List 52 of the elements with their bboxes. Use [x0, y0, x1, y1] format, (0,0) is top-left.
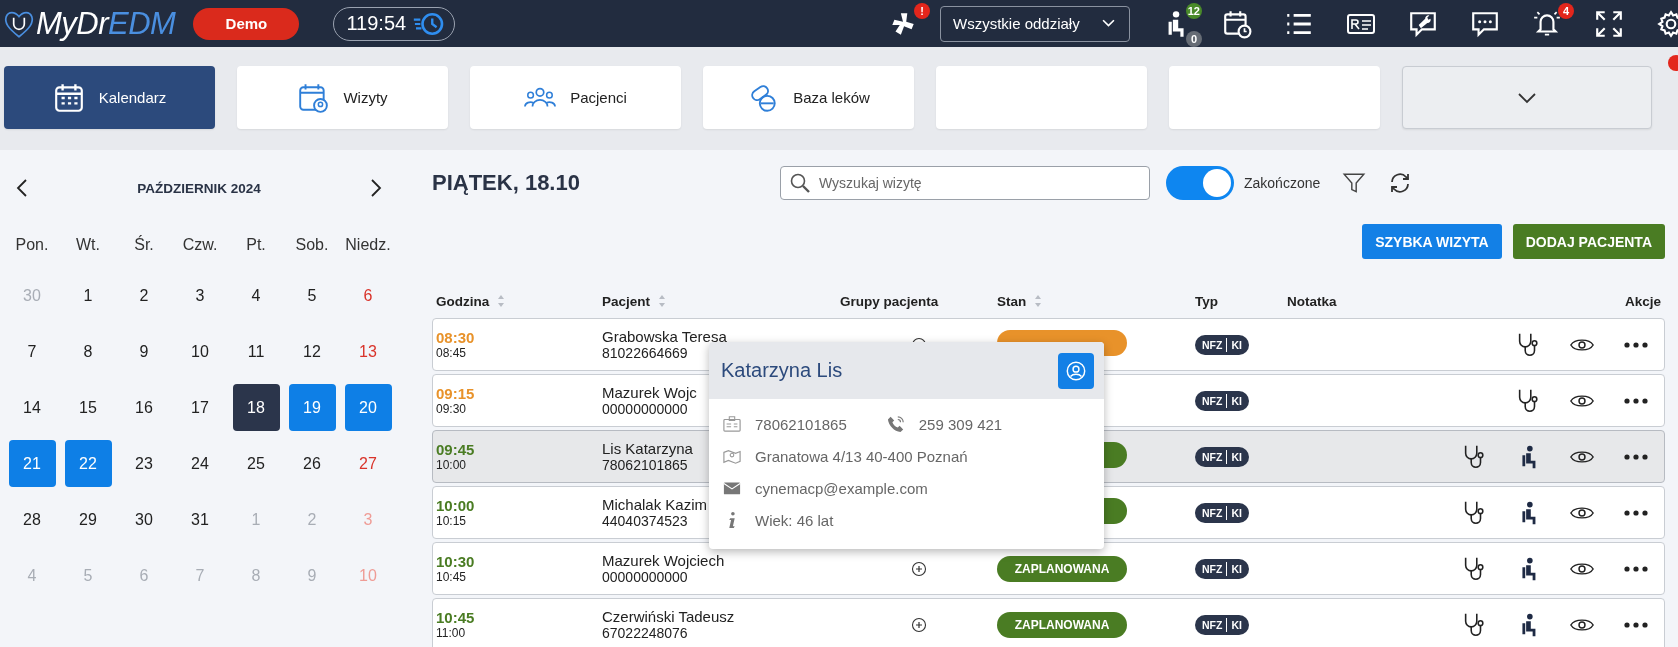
end-time: 10:00 [436, 458, 467, 472]
start-time: 09:15 [436, 385, 475, 402]
column-header: Grupy pacjenta [840, 293, 939, 309]
weekday-label: Śr. [133, 236, 155, 254]
toggle-label: Zakończone [1244, 175, 1321, 191]
weekday-label: Wt. [75, 236, 101, 254]
end-time: 10:15 [436, 514, 467, 528]
patient-id: 81022664669 [602, 345, 688, 361]
status-badge: ZAPLANOWANA [997, 555, 1127, 582]
weekday-label: Pt. [245, 236, 267, 254]
popup-address-text: Granatowa 4/13 40-400 Poznań [755, 447, 968, 465]
start-time: 10:30 [436, 553, 475, 570]
popup-id-text: 78062101865 [755, 415, 847, 433]
popup-age-text: Wiek: 46 lat [755, 511, 834, 529]
weekday-label: Sob. [294, 236, 330, 254]
type-badge: NFZ KI [1195, 446, 1249, 467]
count-badge: 12 [1185, 2, 1202, 19]
logo-text: MyDr [36, 5, 109, 42]
patient-id: 67022248076 [602, 625, 688, 641]
status-badge: ZAPLANOWANA [997, 611, 1127, 638]
patient-id: 00000000000 [602, 569, 688, 585]
month-title: PAŹDZIERNIK 2024 [137, 180, 261, 196]
patient-id: 78062101865 [602, 457, 688, 473]
type-badge: NFZ KI [1195, 390, 1249, 411]
day-title: PIĄTEK, 18.10 [432, 170, 581, 196]
popup-email-text: cynemacp@example.com [755, 479, 928, 497]
type-badge: NFZ KI [1195, 558, 1249, 579]
start-time: 08:30 [436, 329, 475, 346]
start-time: 10:45 [436, 609, 475, 626]
popup-phone-text: 259 309 421 [918, 415, 1003, 433]
popup-patient-name: Katarzyna Lis [721, 359, 843, 382]
column-header: Typ [1195, 293, 1218, 309]
weekday-label: Niedz. [344, 236, 392, 254]
end-time: 10:45 [436, 570, 467, 584]
start-time: 10:00 [436, 497, 475, 514]
patient-id: 00000000000 [602, 401, 688, 417]
type-badge: NFZ KI [1195, 334, 1249, 355]
start-time: 09:45 [436, 441, 475, 458]
weekday-label: Pon. [14, 236, 50, 254]
logo-accent-text: EDM [108, 5, 176, 42]
alert-badge: ! [914, 2, 930, 19]
patient-id: 44040374523 [602, 513, 688, 529]
end-time: 08:45 [436, 346, 467, 360]
type-badge: NFZ KI [1195, 614, 1249, 635]
count-badge: 0 [1186, 30, 1202, 47]
end-time: 11:00 [436, 626, 466, 640]
notification-badge: 4 [1558, 2, 1574, 19]
weekday-label: Czw. [181, 236, 219, 254]
type-badge: NFZ KI [1195, 502, 1249, 523]
column-header: Akcje [1624, 293, 1661, 309]
column-header: Notatka [1287, 293, 1337, 309]
end-time: 09:30 [436, 402, 467, 416]
